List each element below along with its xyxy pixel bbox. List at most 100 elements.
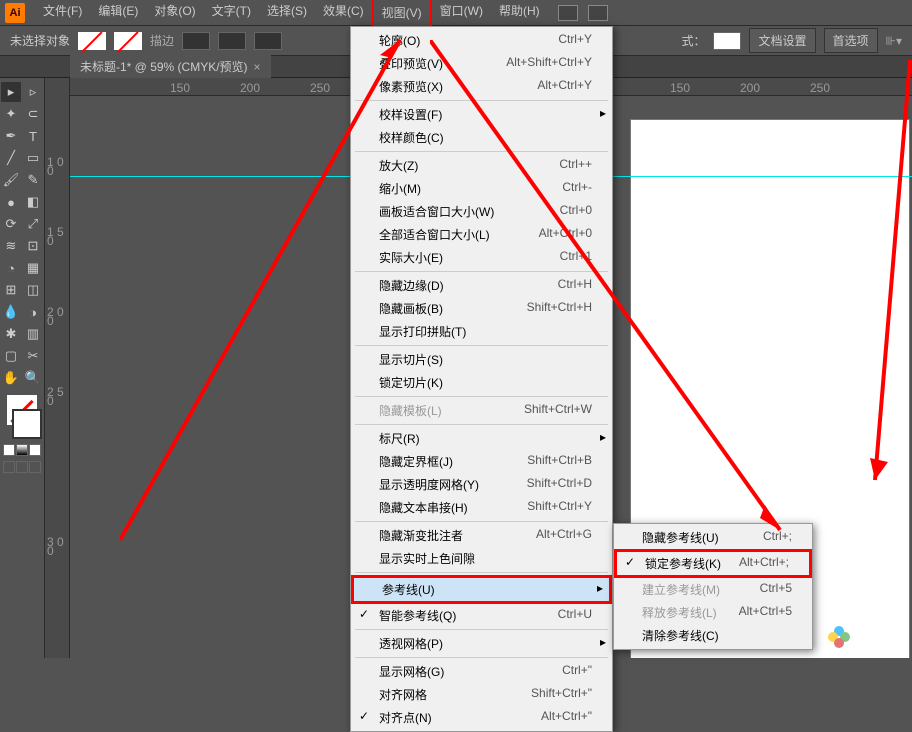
submenu-arrow-icon: ▸	[600, 635, 606, 649]
ruler-tick: 3 0 0	[47, 538, 69, 556]
menu-文件[interactable]: 文件(F)	[35, 0, 90, 27]
submenu-item-释放参考线: 释放参考线(L) Alt+Ctrl+5	[614, 601, 812, 624]
menu-shortcut: Ctrl+5	[760, 581, 792, 598]
menu-item-label: 建立参考线(M)	[642, 581, 720, 598]
shape-builder-tool[interactable]: ◔	[1, 258, 21, 278]
menu-帮助[interactable]: 帮助(H)	[491, 0, 548, 27]
submenu-item-建立参考线: 建立参考线(M) Ctrl+5	[614, 578, 812, 601]
menu-item-对齐点[interactable]: 对齐点(N) Alt+Ctrl+"	[351, 706, 612, 729]
perspective-grid-tool[interactable]: ▦	[23, 258, 43, 278]
menu-item-透视网格[interactable]: 透视网格(P) ▸	[351, 632, 612, 655]
zoom-tool[interactable]: 🔍	[23, 368, 43, 388]
menu-item-label: 释放参考线(L)	[642, 604, 717, 621]
rectangle-tool[interactable]: ▭	[23, 148, 43, 168]
submenu-item-锁定参考线[interactable]: 锁定参考线(K) Alt+Ctrl+;	[614, 549, 812, 578]
free-transform-tool[interactable]: ⊡	[23, 236, 43, 256]
menu-shortcut: Alt+Ctrl+5	[739, 604, 792, 621]
menu-item-参考线[interactable]: 参考线(U) ▸	[351, 575, 612, 604]
symbol-sprayer-tool[interactable]: ✱	[1, 324, 21, 344]
menu-效果[interactable]: 效果(C)	[315, 0, 372, 27]
menu-bar: Ai 文件(F)编辑(E)对象(O)文字(T)选择(S)效果(C)视图(V)窗口…	[0, 0, 912, 26]
menu-shortcut: Alt+Ctrl+;	[739, 555, 789, 572]
app-logo: Ai	[5, 3, 25, 23]
menu-separator	[355, 572, 608, 573]
hand-tool[interactable]: ✋	[1, 368, 21, 388]
line-tool[interactable]: ╱	[1, 148, 21, 168]
menu-shortcut: Alt+Ctrl+"	[541, 709, 592, 726]
watermark-logo-icon	[828, 626, 850, 648]
menu-icon-group	[558, 5, 608, 21]
slice-tool[interactable]: ✂	[23, 346, 43, 366]
menu-item-label: 锁定参考线(K)	[645, 555, 721, 572]
scale-tool[interactable]: ⤢	[23, 214, 43, 234]
menu-item-label: 清除参考线(C)	[642, 627, 719, 644]
rotate-tool[interactable]: ⟳	[1, 214, 21, 234]
paintbrush-tool[interactable]: 🖌	[1, 170, 21, 190]
menu-shortcut: Ctrl+"	[562, 663, 592, 680]
menu-item-label: 参考线(U)	[382, 581, 435, 598]
menu-视图[interactable]: 视图(V)	[372, 0, 432, 27]
ruler-tick: 1 0 0	[47, 158, 69, 176]
annotation-arrow-1	[120, 30, 430, 550]
ruler-tick: 250	[810, 81, 830, 95]
fill-swatch[interactable]	[78, 32, 106, 50]
layout-icon[interactable]	[588, 5, 608, 21]
menu-separator	[355, 629, 608, 630]
align-icon[interactable]: ⊪▾	[886, 34, 902, 48]
column-graph-tool[interactable]: ▥	[23, 324, 43, 344]
screen-mode-normal[interactable]	[3, 461, 15, 473]
menu-item-显示实时上色间隙[interactable]: 显示实时上色间隙	[351, 547, 612, 570]
submenu-arrow-icon: ▸	[597, 581, 603, 595]
menu-item-label: 智能参考线(Q)	[379, 607, 456, 624]
blend-tool[interactable]: ◑	[23, 302, 43, 322]
lasso-tool[interactable]: ⊂	[23, 104, 43, 124]
selection-status: 未选择对象	[10, 32, 70, 49]
ruler-tick: 2 0 0	[47, 308, 69, 326]
artboard-tool[interactable]: ▢	[1, 346, 21, 366]
menu-item-label: 透视网格(P)	[379, 635, 443, 652]
magic-wand-tool[interactable]: ✦	[1, 104, 21, 124]
pen-tool[interactable]: ✒	[1, 126, 21, 146]
menu-shortcut: Shift+Ctrl+"	[531, 686, 592, 703]
eraser-tool[interactable]: ◧	[23, 192, 43, 212]
menu-文字[interactable]: 文字(T)	[204, 0, 259, 27]
direct-selection-tool[interactable]: ▹	[23, 82, 43, 102]
ruler-tick: 2 5 0	[47, 388, 69, 406]
menu-编辑[interactable]: 编辑(E)	[90, 0, 146, 27]
annotation-arrow-2	[430, 40, 800, 550]
menu-item-label: 对齐网格	[379, 686, 427, 703]
draw-mode[interactable]	[16, 461, 28, 473]
type-tool[interactable]: T	[23, 126, 43, 146]
eyedropper-tool[interactable]: 💧	[1, 302, 21, 322]
menu-shortcut: Ctrl+U	[558, 607, 592, 624]
submenu-item-清除参考线[interactable]: 清除参考线(C)	[614, 624, 812, 647]
doc-arrange-icon[interactable]	[558, 5, 578, 21]
gradient-tool[interactable]: ◫	[23, 280, 43, 300]
menu-item-label: 显示实时上色间隙	[379, 550, 475, 567]
preferences-button[interactable]: 首选项	[824, 28, 878, 53]
menu-对象[interactable]: 对象(O)	[146, 0, 203, 27]
menu-item-label: 显示网格(G)	[379, 663, 444, 680]
color-mode-normal[interactable]	[3, 444, 15, 456]
color-mode-gradient[interactable]	[16, 444, 28, 456]
pencil-tool[interactable]: ✎	[23, 170, 43, 190]
color-mode-none[interactable]	[29, 444, 41, 456]
menu-item-对齐网格[interactable]: 对齐网格 Shift+Ctrl+"	[351, 683, 612, 706]
watermark-text: AI资讯网	[855, 629, 902, 646]
vertical-ruler: 1 0 0 1 5 0 2 0 0 2 5 0 3 0 0	[45, 78, 70, 658]
menu-item-label: 对齐点(N)	[379, 709, 432, 726]
stroke-color[interactable]	[12, 409, 42, 439]
menu-选择[interactable]: 选择(S)	[259, 0, 315, 27]
menu-item-智能参考线[interactable]: 智能参考线(Q) Ctrl+U	[351, 604, 612, 627]
ruler-tick: 1 5 0	[47, 228, 69, 246]
blob-brush-tool[interactable]: ●	[1, 192, 21, 212]
watermark: AI资讯网	[828, 626, 902, 648]
menu-item-显示网格[interactable]: 显示网格(G) Ctrl+"	[351, 660, 612, 683]
draw-inside[interactable]	[29, 461, 41, 473]
width-tool[interactable]: ≋	[1, 236, 21, 256]
toolbox: ▸▹ ✦⊂ ✒T ╱▭ 🖌✎ ●◧ ⟳⤢ ≋⊡ ◔▦ ⊞◫ 💧◑ ✱▥ ▢✂ ✋…	[0, 78, 45, 658]
menu-窗口[interactable]: 窗口(W)	[432, 0, 491, 27]
selection-tool[interactable]: ▸	[1, 82, 21, 102]
mesh-tool[interactable]: ⊞	[1, 280, 21, 300]
annotation-arrow-3	[870, 60, 912, 490]
